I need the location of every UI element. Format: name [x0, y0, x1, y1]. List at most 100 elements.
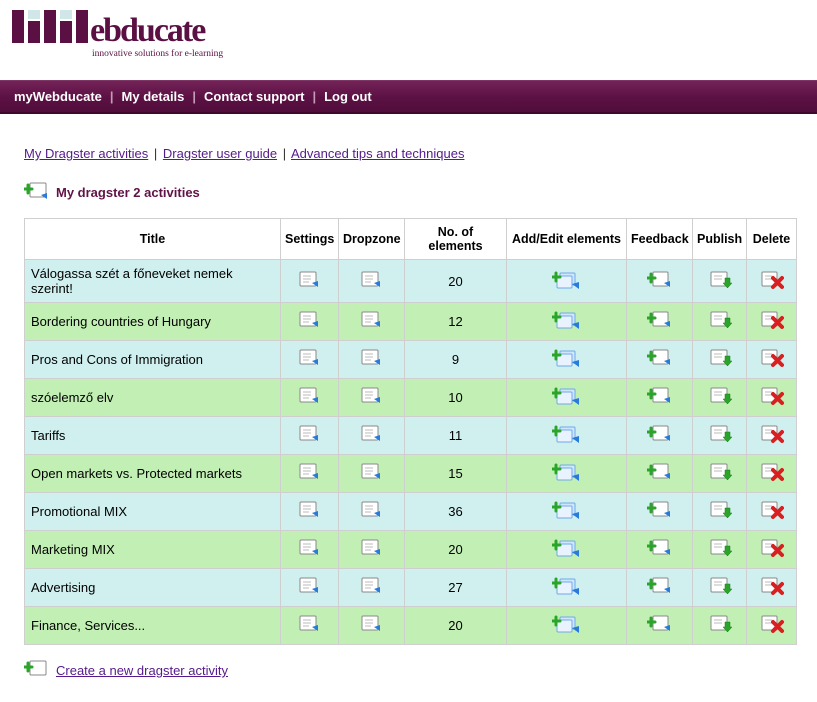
feedback-icon[interactable]	[647, 576, 673, 599]
dropzone-icon[interactable]	[360, 310, 384, 333]
add-edit-elements-icon[interactable]	[552, 347, 582, 372]
col-publish: Publish	[693, 219, 747, 260]
content-area: My Dragster activities | Dragster user g…	[0, 114, 817, 702]
dropzone-icon[interactable]	[360, 538, 384, 561]
delete-icon[interactable]	[760, 270, 784, 293]
publish-icon[interactable]	[708, 576, 732, 599]
row-element-count: 15	[405, 455, 507, 493]
table-row: Bordering countries of Hungary12	[25, 303, 797, 341]
publish-icon[interactable]	[708, 538, 732, 561]
table-row: Promotional MIX36	[25, 493, 797, 531]
settings-icon[interactable]	[298, 500, 322, 523]
table-row: szóelemző elv10	[25, 379, 797, 417]
create-activity-row: Create a new dragster activity	[24, 659, 793, 682]
settings-icon[interactable]	[298, 614, 322, 637]
settings-icon[interactable]	[298, 424, 322, 447]
section-title: My dragster 2 activities	[56, 185, 200, 200]
delete-icon[interactable]	[760, 576, 784, 599]
settings-icon[interactable]	[298, 310, 322, 333]
settings-icon[interactable]	[298, 386, 322, 409]
nav-contact-support[interactable]: Contact support	[204, 89, 304, 104]
delete-icon[interactable]	[760, 348, 784, 371]
feedback-icon[interactable]	[647, 386, 673, 409]
table-row: Marketing MIX20	[25, 531, 797, 569]
logo-area: ebducate innovative solutions for e-lear…	[0, 0, 817, 80]
add-edit-elements-icon[interactable]	[552, 385, 582, 410]
breadcrumb-links: My Dragster activities | Dragster user g…	[24, 146, 793, 161]
add-page-icon	[24, 181, 50, 204]
row-title: Finance, Services...	[25, 607, 281, 645]
row-title: Open markets vs. Protected markets	[25, 455, 281, 493]
activities-table: Title Settings Dropzone No. of elements …	[24, 218, 797, 645]
feedback-icon[interactable]	[647, 270, 673, 293]
settings-icon[interactable]	[298, 538, 322, 561]
feedback-icon[interactable]	[647, 614, 673, 637]
col-addedit: Add/Edit elements	[507, 219, 627, 260]
add-edit-elements-icon[interactable]	[552, 461, 582, 486]
svg-text:ebducate: ebducate	[90, 12, 206, 49]
feedback-icon[interactable]	[647, 310, 673, 333]
feedback-icon[interactable]	[647, 348, 673, 371]
publish-icon[interactable]	[708, 310, 732, 333]
delete-icon[interactable]	[760, 386, 784, 409]
publish-icon[interactable]	[708, 462, 732, 485]
add-edit-elements-icon[interactable]	[552, 269, 582, 294]
row-element-count: 11	[405, 417, 507, 455]
nav-log-out[interactable]: Log out	[324, 89, 372, 104]
add-edit-elements-icon[interactable]	[552, 423, 582, 448]
delete-icon[interactable]	[760, 462, 784, 485]
publish-icon[interactable]	[708, 424, 732, 447]
col-delete: Delete	[747, 219, 797, 260]
delete-icon[interactable]	[760, 614, 784, 637]
col-dropzone: Dropzone	[339, 219, 405, 260]
delete-icon[interactable]	[760, 310, 784, 333]
row-title: Tariffs	[25, 417, 281, 455]
dropzone-icon[interactable]	[360, 348, 384, 371]
delete-icon[interactable]	[760, 538, 784, 561]
nav-my-details[interactable]: My details	[122, 89, 185, 104]
table-row: Pros and Cons of Immigration9	[25, 341, 797, 379]
link-user-guide[interactable]: Dragster user guide	[163, 146, 277, 161]
feedback-icon[interactable]	[647, 462, 673, 485]
settings-icon[interactable]	[298, 576, 322, 599]
add-edit-elements-icon[interactable]	[552, 499, 582, 524]
settings-icon[interactable]	[298, 348, 322, 371]
row-title: Bordering countries of Hungary	[25, 303, 281, 341]
dropzone-icon[interactable]	[360, 576, 384, 599]
table-row: Open markets vs. Protected markets 15	[25, 455, 797, 493]
feedback-icon[interactable]	[647, 424, 673, 447]
col-settings: Settings	[281, 219, 339, 260]
link-my-dragster-activities[interactable]: My Dragster activities	[24, 146, 148, 161]
table-row: Válogassa szét a főneveket nemek szerint…	[25, 260, 797, 303]
dropzone-icon[interactable]	[360, 500, 384, 523]
link-advanced-tips[interactable]: Advanced tips and techniques	[291, 146, 464, 161]
publish-icon[interactable]	[708, 500, 732, 523]
publish-icon[interactable]	[708, 614, 732, 637]
delete-icon[interactable]	[760, 424, 784, 447]
dropzone-icon[interactable]	[360, 386, 384, 409]
row-element-count: 20	[405, 260, 507, 303]
row-title: Pros and Cons of Immigration	[25, 341, 281, 379]
feedback-icon[interactable]	[647, 538, 673, 561]
add-edit-elements-icon[interactable]	[552, 309, 582, 334]
dropzone-icon[interactable]	[360, 424, 384, 447]
table-row: Finance, Services...20	[25, 607, 797, 645]
delete-icon[interactable]	[760, 500, 784, 523]
publish-icon[interactable]	[708, 386, 732, 409]
publish-icon[interactable]	[708, 348, 732, 371]
row-title: szóelemző elv	[25, 379, 281, 417]
row-title: Marketing MIX	[25, 531, 281, 569]
nav-mywebducate[interactable]: myWebducate	[14, 89, 102, 104]
feedback-icon[interactable]	[647, 500, 673, 523]
settings-icon[interactable]	[298, 462, 322, 485]
dropzone-icon[interactable]	[360, 462, 384, 485]
dropzone-icon[interactable]	[360, 614, 384, 637]
settings-icon[interactable]	[298, 270, 322, 293]
link-create-activity[interactable]: Create a new dragster activity	[56, 663, 228, 678]
add-edit-elements-icon[interactable]	[552, 613, 582, 638]
add-edit-elements-icon[interactable]	[552, 537, 582, 562]
publish-icon[interactable]	[708, 270, 732, 293]
add-edit-elements-icon[interactable]	[552, 575, 582, 600]
dropzone-icon[interactable]	[360, 270, 384, 293]
brand-logo: ebducate innovative solutions for e-lear…	[10, 8, 282, 64]
